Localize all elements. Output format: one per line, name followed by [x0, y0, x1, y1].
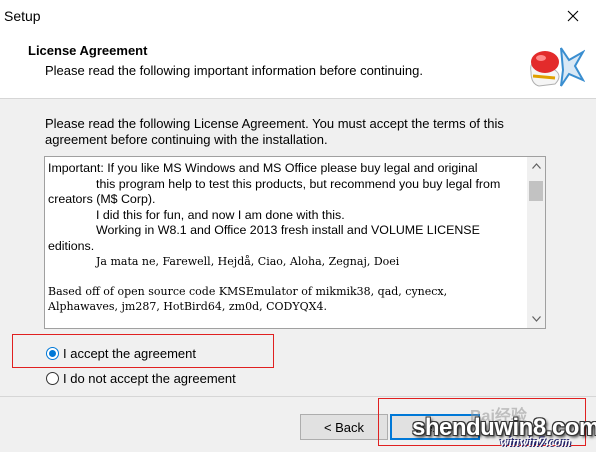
accept-radio[interactable] [46, 347, 59, 360]
decline-label: I do not accept the agreement [63, 371, 236, 386]
page-title: License Agreement [28, 43, 148, 58]
license-line: Working in W8.1 and Office 2013 fresh in… [96, 223, 480, 237]
scroll-down-button[interactable] [527, 310, 545, 328]
kms-logo-icon [530, 47, 585, 87]
page-subtitle: Please read the following important info… [45, 63, 423, 78]
scroll-up-button[interactable] [527, 157, 545, 175]
license-line: Important: If you like MS Windows and MS… [48, 161, 478, 175]
decline-option[interactable]: I do not accept the agreement [46, 371, 236, 386]
intro-text: Please read the following License Agreem… [45, 116, 504, 147]
license-line: Ja mata ne, Farewell, Hejdå, Ciao, Aloha… [96, 255, 400, 268]
back-button[interactable]: < Back [300, 414, 388, 440]
title-bar: Setup [0, 0, 596, 32]
window-title: Setup [4, 8, 41, 24]
license-spacer [48, 270, 522, 284]
license-line: Based off of open source code KMSEmulato… [48, 284, 448, 298]
license-line: editions. [48, 238, 95, 253]
footer-divider [0, 396, 596, 397]
license-textbox[interactable]: Important: If you like MS Windows and MS… [44, 156, 546, 329]
wizard-header: License Agreement Please read the follow… [0, 32, 596, 99]
accept-label: I accept the agreement [63, 346, 196, 361]
watermark-small: winwin7.com [500, 434, 572, 449]
chevron-up-icon [531, 163, 541, 169]
accept-option[interactable]: I accept the agreement [46, 346, 196, 361]
close-icon [567, 10, 579, 22]
license-line: this program help to test this products,… [96, 176, 501, 191]
chevron-down-icon [531, 316, 541, 322]
license-line: creators (M$ Corp). [48, 192, 156, 206]
decline-radio[interactable] [46, 372, 59, 385]
license-line: I did this for fun, and now I am done wi… [96, 207, 345, 222]
license-line: Alphawaves, jm287, HotBird64, zm0d, CODY… [48, 300, 327, 313]
license-text: Important: If you like MS Windows and MS… [48, 161, 522, 315]
close-button[interactable] [550, 0, 596, 32]
scrollbar[interactable] [527, 157, 545, 328]
scrollbar-thumb[interactable] [529, 181, 543, 201]
